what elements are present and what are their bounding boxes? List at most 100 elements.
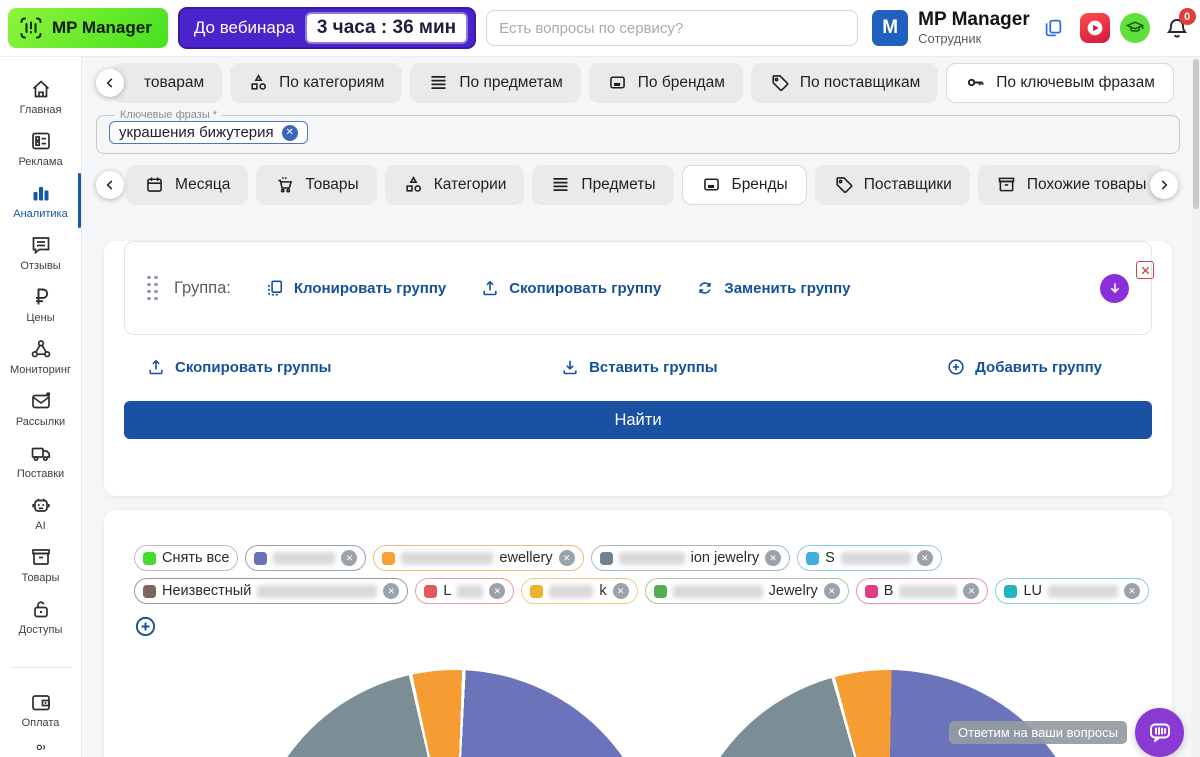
keyword-phrases-field[interactable]: Ключевые фразы * украшения бижутерия ✕ (96, 109, 1180, 154)
group-row: Группа: Клонировать группу Скопировать г… (124, 241, 1152, 335)
education-icon[interactable] (1120, 13, 1150, 43)
redacted-text (549, 585, 593, 598)
sidebar-item-products[interactable]: Товары (0, 539, 81, 590)
remove-chip-icon[interactable]: ✕ (383, 583, 399, 599)
color-swatch (654, 585, 667, 598)
service-search-input[interactable] (486, 10, 858, 46)
sidebar-item-ai[interactable]: AI (0, 487, 81, 538)
remove-chip-icon[interactable]: ✕ (613, 583, 629, 599)
categories-icon (248, 72, 269, 93)
webinar-label: До вебинара (194, 18, 295, 38)
list-lines-icon (550, 174, 571, 195)
brand-chip[interactable]: ion jewelry ✕ (591, 545, 791, 571)
add-group-button[interactable]: Добавить группу (946, 357, 1102, 377)
tab-products[interactable]: Товары (256, 165, 376, 205)
tabs-scroll-left-button[interactable] (96, 69, 124, 97)
sidebar-item-analytics[interactable]: Аналитика (0, 175, 81, 226)
tab-by-subjects[interactable]: По предметам (410, 63, 580, 103)
keyword-chip-remove-icon[interactable]: ✕ (282, 125, 298, 141)
video-channel-icon[interactable] (1080, 13, 1110, 43)
color-swatch (806, 552, 819, 565)
sidebar-item-ads[interactable]: Реклама (0, 123, 81, 174)
list-lines-icon (428, 72, 449, 93)
categories-icon (403, 174, 424, 195)
user-account[interactable]: M MP Manager Сотрудник (872, 10, 1030, 46)
remove-chip-icon[interactable]: ✕ (917, 550, 933, 566)
drag-handle-icon[interactable] (147, 276, 158, 301)
redacted-text (457, 585, 483, 598)
sidebar-item-monitoring[interactable]: Мониторинг (0, 331, 81, 382)
brand-chip[interactable]: Неизвестный ✕ (134, 578, 408, 604)
brand-chip[interactable]: ewellery ✕ (373, 545, 583, 571)
collapse-group-button[interactable] (1100, 274, 1129, 303)
copy-group-button[interactable]: Скопировать группу (480, 278, 661, 298)
webinar-timer: 3 часа : 36 мин (305, 12, 468, 44)
copy-groups-button[interactable]: Скопировать группы (146, 357, 332, 377)
brand-chip[interactable]: LU ✕ (995, 578, 1149, 604)
remove-chip-icon[interactable]: ✕ (765, 550, 781, 566)
tab-categories[interactable]: Категории (385, 165, 525, 205)
user-role: Сотрудник (918, 31, 1030, 46)
sidebar-item-reviews[interactable]: Отзывы (0, 227, 81, 278)
tab-by-keywords[interactable]: По ключевым фразам (946, 63, 1174, 103)
tab-brands[interactable]: Бренды (682, 165, 807, 205)
close-panel-icon[interactable] (1136, 261, 1154, 279)
keyword-chip[interactable]: украшения бижутерия ✕ (109, 121, 308, 144)
clone-group-button[interactable]: Клонировать группу (265, 278, 446, 298)
tab-suppliers[interactable]: Поставщики (815, 165, 970, 205)
tab-months[interactable]: Месяца (126, 165, 248, 205)
users-icon (29, 742, 53, 757)
remove-chip-icon[interactable]: ✕ (824, 583, 840, 599)
tab-by-suppliers[interactable]: По поставщикам (751, 63, 938, 103)
add-brand-button[interactable] (134, 615, 157, 638)
mail-icon (29, 389, 53, 413)
remove-chip-icon[interactable]: ✕ (341, 550, 357, 566)
webinar-countdown-badge[interactable]: До вебинара 3 часа : 36 мин (178, 7, 476, 49)
sidebar-item-access[interactable]: Доступы (0, 591, 81, 642)
sidebar-item-prices[interactable]: Цены (0, 279, 81, 330)
notifications-bell[interactable]: 0 (1164, 15, 1190, 41)
calendar-icon (144, 174, 165, 195)
scrollbar-thumb[interactable] (1193, 59, 1199, 209)
app-logo[interactable]: MP Manager (8, 8, 168, 48)
upload-icon (146, 357, 166, 377)
brand-chip[interactable]: Jewelry ✕ (645, 578, 849, 604)
sidebar-item-home[interactable]: Главная (0, 71, 81, 122)
remove-chip-icon[interactable]: ✕ (1124, 583, 1140, 599)
sidebar-item-mailings[interactable]: Рассылки (0, 383, 81, 434)
page-scrollbar[interactable] (1191, 57, 1200, 757)
section-tabs-scroll-right-button[interactable] (1150, 171, 1178, 199)
tab-by-products[interactable]: товарам (112, 63, 222, 103)
remove-chip-icon[interactable]: ✕ (963, 583, 979, 599)
brand-chip[interactable]: S ✕ (797, 545, 942, 571)
remove-chip-icon[interactable]: ✕ (559, 550, 575, 566)
box-icon (996, 174, 1017, 195)
key-icon (965, 72, 986, 93)
remove-chip-icon[interactable]: ✕ (489, 583, 505, 599)
support-chat-button[interactable] (1135, 708, 1184, 757)
brand-chip[interactable]: k ✕ (521, 578, 637, 604)
robot-icon (29, 493, 53, 517)
section-tabs-scroll-left-button[interactable] (96, 171, 124, 199)
tab-subjects[interactable]: Предметы (532, 165, 673, 205)
color-swatch (1004, 585, 1017, 598)
tab-similar-products[interactable]: Похожие товары (978, 165, 1165, 205)
brand-chip[interactable]: L ✕ (415, 578, 514, 604)
tab-by-brands[interactable]: По брендам (589, 63, 743, 103)
reviews-icon (29, 233, 53, 257)
copy-icon[interactable] (1042, 17, 1064, 39)
support-tooltip: Ответим на ваши вопросы (949, 721, 1127, 744)
search-submit-button[interactable]: Найти (124, 401, 1152, 439)
sidebar-item-users-partial[interactable] (0, 736, 81, 757)
sidebar-item-supplies[interactable]: Поставки (0, 435, 81, 486)
brand-share-pie-left[interactable] (250, 670, 660, 757)
paste-groups-button[interactable]: Вставить группы (560, 357, 718, 377)
clear-all-chip[interactable]: Снять все (134, 545, 238, 571)
sidebar-item-payment[interactable]: Оплата (0, 684, 81, 735)
clone-icon (265, 278, 285, 298)
box-icon (29, 545, 53, 569)
brand-chip[interactable]: B ✕ (856, 578, 989, 604)
replace-group-button[interactable]: Заменить группу (695, 278, 850, 298)
tab-by-categories[interactable]: По категориям (230, 63, 402, 103)
brand-chip[interactable]: ✕ (245, 545, 366, 571)
